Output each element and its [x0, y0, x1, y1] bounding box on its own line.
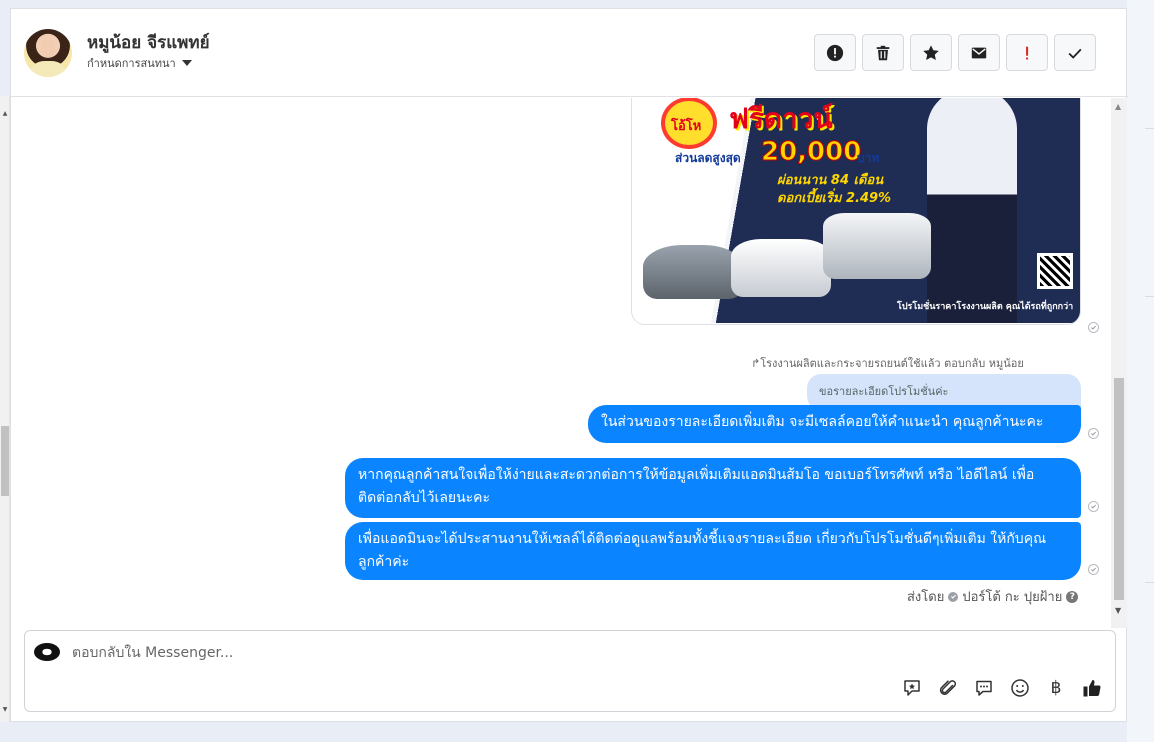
page-scroll-up-arrow[interactable]: ▲ — [1, 110, 9, 117]
seen-check-icon — [1088, 322, 1099, 333]
message-bubble[interactable]: เพื่อแอดมินจะได้ประสานงานให้เซลล์ได้ติดต… — [345, 522, 1081, 580]
like-icon[interactable] — [1081, 677, 1103, 699]
message-list[interactable]: โอ้โห ฟรีดาวน์ ส่วนลดสูงสุด 20,000 บาท ผ… — [11, 98, 1128, 628]
reply-note-text: โรงงานผลิตและกระจายรถยนต์ใช้แล้ว ตอบกลับ… — [760, 357, 1024, 370]
check-icon — [1068, 48, 1082, 59]
conversation-status-label: กำหนดการสนทนา — [87, 57, 176, 70]
delete-button[interactable] — [862, 34, 904, 71]
reply-arrow-icon: ↱ — [751, 357, 761, 370]
message-bubble[interactable]: หากคุณลูกค้าสนใจเพื่อให้ง่ายและสะดวกต่อก… — [345, 458, 1081, 518]
contact-avatar[interactable] — [24, 29, 72, 77]
reply-composer: ฿ — [24, 630, 1116, 712]
conversation-header: หมูน้อย จีรแพทย์ กำหนดการสนทนา — [11, 9, 1128, 97]
conversation-panel: หมูน้อย จีรแพทย์ กำหนดการสนทนา โอ้โห ฟรี… — [10, 8, 1128, 722]
star-button[interactable] — [910, 34, 952, 71]
promo-headline: ฟรีดาวน์ — [729, 102, 833, 135]
envelope-icon — [971, 47, 987, 58]
contact-name[interactable]: หมูน้อย จีรแพทย์ — [87, 29, 210, 56]
seen-check-icon — [1088, 564, 1099, 575]
emoji-icon[interactable] — [1009, 677, 1031, 699]
saved-reply-icon[interactable] — [973, 677, 995, 699]
promo-image-message[interactable]: โอ้โห ฟรีดาวน์ ส่วนลดสูงสุด 20,000 บาท ผ… — [631, 98, 1081, 325]
promo-car-pickup — [731, 239, 831, 297]
message-list-scrollbar[interactable]: ▲ ▼ — [1111, 98, 1127, 628]
report-button[interactable] — [814, 34, 856, 71]
promo-currency: บาท — [857, 151, 880, 165]
promo-badge-text: โอ้โห — [671, 119, 702, 134]
help-icon[interactable]: ? — [1066, 590, 1079, 603]
promo-model-figure — [927, 98, 1017, 323]
trash-icon — [876, 45, 890, 60]
qr-code-icon — [1037, 253, 1073, 289]
star-icon — [923, 44, 939, 60]
page-logo-avatar — [34, 643, 60, 661]
reply-input[interactable] — [72, 641, 872, 665]
promo-discount-label: ส่วนลดสูงสุด — [675, 151, 741, 165]
sent-by-info: ส่งโดย ปอร์โต้ กะ ปุยฝ้าย ? — [907, 586, 1079, 607]
promo-discount-amount: 20,000 — [760, 137, 862, 168]
page-scroll-down-arrow[interactable]: ▼ — [1, 706, 9, 713]
sent-by-name[interactable]: ปอร์โต้ กะ ปุยฝ้าย — [962, 586, 1062, 607]
promo-car-sedan — [643, 245, 743, 299]
exclamation-circle-icon — [826, 44, 844, 61]
scroll-up-arrow[interactable]: ▲ — [1115, 102, 1121, 111]
sent-by-label: ส่งโดย — [907, 590, 945, 605]
right-edge-panel — [1127, 0, 1154, 742]
page-scrollbar[interactable]: ▲ ▼ — [0, 96, 10, 722]
sticker-icon[interactable] — [901, 677, 923, 699]
mark-unread-button[interactable] — [958, 34, 1000, 71]
baht-icon[interactable]: ฿ — [1045, 677, 1067, 699]
header-actions — [814, 34, 1096, 71]
reply-note: ↱โรงงานผลิตและกระจายรถยนต์ใช้แล้ว ตอบกลั… — [751, 354, 1024, 372]
scroll-thumb[interactable] — [1114, 378, 1124, 600]
page-scroll-thumb[interactable] — [1, 426, 9, 496]
chevron-down-icon — [181, 60, 192, 66]
done-button[interactable] — [1054, 34, 1096, 71]
attachment-icon[interactable] — [937, 677, 959, 699]
conversation-status-dropdown[interactable]: กำหนดการสนทนา — [87, 54, 192, 72]
exclamation-icon — [1026, 46, 1029, 59]
important-button[interactable] — [1006, 34, 1048, 71]
seen-check-icon — [1088, 428, 1099, 439]
promo-car-pickup-cage — [823, 213, 931, 279]
promo-interest: ดอกเบี้ยเริ่ม 2.49% — [777, 191, 892, 206]
scroll-down-arrow[interactable]: ▼ — [1115, 606, 1121, 615]
promo-banner-image: โอ้โห ฟรีดาวน์ ส่วนลดสูงสุด 20,000 บาท ผ… — [635, 98, 1080, 323]
promo-footer-text: โปรโมชั่นราคาโรงงานผลิต คุณได้รถที่ถูกกว… — [897, 302, 1074, 312]
verified-check-icon — [948, 591, 959, 602]
composer-toolbar: ฿ — [901, 677, 1103, 699]
seen-check-icon — [1088, 501, 1099, 512]
message-bubble[interactable]: ในส่วนของรายละเอียดเพิ่มเติม จะมีเซลล์คอ… — [588, 405, 1081, 443]
